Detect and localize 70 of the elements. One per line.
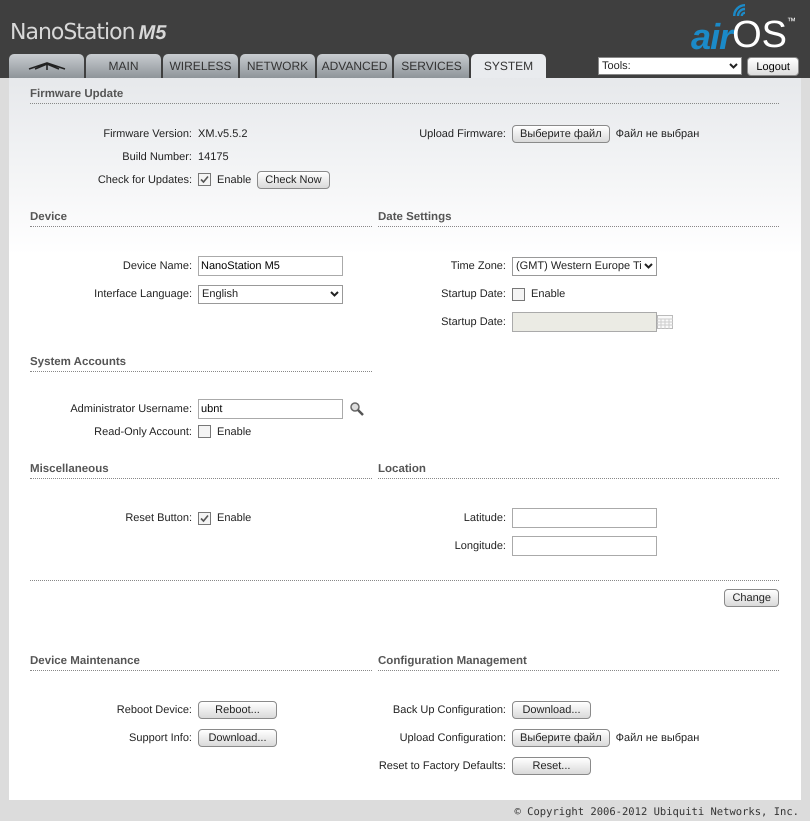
field-label: Reboot Device: bbox=[116, 704, 192, 716]
field-label: Device Name: bbox=[122, 260, 192, 272]
field-label: Reset Button: bbox=[124, 512, 192, 524]
field-label: Time Zone: bbox=[450, 260, 506, 272]
field-label: Latitude: bbox=[462, 512, 506, 524]
section-title: Date Settings bbox=[378, 211, 779, 227]
nav-tab[interactable]: ADVANCED bbox=[317, 54, 392, 78]
file-status: Файл не выбран bbox=[616, 732, 700, 744]
trademark: ™ bbox=[787, 16, 796, 26]
check-now-button[interactable]: Check Now bbox=[257, 170, 330, 188]
checkbox[interactable] bbox=[198, 173, 211, 186]
section-title: Location bbox=[378, 463, 779, 479]
field-value: 14175 bbox=[198, 150, 229, 162]
checkbox-label: Enable bbox=[217, 512, 252, 524]
antenna-icon bbox=[26, 61, 66, 71]
field-label: Read-Only Account: bbox=[93, 426, 192, 438]
choose-file-button[interactable]: Выберите файл bbox=[512, 124, 610, 142]
field-label: Upload Configuration: bbox=[398, 732, 506, 744]
nav-tab[interactable]: MAIN bbox=[86, 54, 161, 78]
field-label: Reset to Factory Defaults: bbox=[378, 760, 506, 772]
field-label: Upload Firmware: bbox=[418, 128, 506, 140]
field-label: Startup Date: bbox=[440, 288, 506, 300]
field-label: Startup Date: bbox=[440, 316, 506, 328]
field-label: Interface Language: bbox=[93, 288, 192, 300]
tools-dropdown[interactable]: Tools: bbox=[598, 57, 742, 75]
field-value: XM.v5.5.2 bbox=[198, 128, 248, 140]
choose-file-button[interactable]: Выберите файл bbox=[512, 729, 610, 747]
checkbox-label: Enable bbox=[217, 174, 252, 186]
field-label: Longitude: bbox=[454, 540, 506, 552]
file-status: Файл не выбран bbox=[616, 128, 700, 140]
dropdown[interactable]: English bbox=[198, 284, 343, 304]
product-name: NanoStation bbox=[10, 20, 135, 45]
nav-tab[interactable]: SERVICES bbox=[394, 54, 469, 78]
action-button[interactable]: Download... bbox=[512, 701, 591, 719]
input-field[interactable] bbox=[512, 508, 657, 528]
search-icon[interactable] bbox=[349, 400, 365, 416]
field-label: Check for Updates: bbox=[96, 174, 192, 186]
logout-button[interactable]: Logout bbox=[747, 57, 799, 76]
nav-tab[interactable]: SYSTEM bbox=[471, 54, 546, 78]
checkbox[interactable] bbox=[512, 288, 525, 300]
section-title: System Accounts bbox=[30, 356, 372, 372]
section-title: Firmware Update bbox=[30, 88, 779, 104]
logo-text: air bbox=[691, 16, 732, 58]
change-button[interactable]: Change bbox=[724, 589, 779, 607]
section-title: Device bbox=[30, 211, 372, 227]
section-title: Configuration Management bbox=[378, 655, 779, 671]
field-label: Support Info: bbox=[128, 732, 192, 744]
checkbox-label: Enable bbox=[531, 288, 566, 300]
action-button[interactable]: Reset... bbox=[512, 757, 591, 775]
wifi-icon bbox=[733, 4, 746, 17]
input-field[interactable]: ubnt bbox=[198, 398, 343, 418]
section-title: Device Maintenance bbox=[30, 655, 372, 671]
logo-tab[interactable] bbox=[9, 54, 84, 78]
dropdown[interactable]: (GMT) Western Europe Ti bbox=[512, 256, 657, 276]
input-field[interactable] bbox=[512, 536, 657, 556]
action-button[interactable]: Download... bbox=[198, 729, 277, 747]
field-label: Back Up Configuration: bbox=[392, 704, 506, 716]
field-label: Administrator Username: bbox=[69, 402, 192, 414]
checkbox[interactable] bbox=[198, 512, 211, 524]
checkbox[interactable] bbox=[198, 425, 211, 438]
section-title: Miscellaneous bbox=[30, 463, 372, 479]
checkbox-label: Enable bbox=[217, 426, 252, 438]
field-label: Build Number: bbox=[121, 150, 192, 162]
action-button[interactable]: Reboot... bbox=[198, 701, 277, 719]
nav-tab[interactable]: NETWORK bbox=[240, 54, 315, 78]
nav-tab[interactable]: WIRELESS bbox=[163, 54, 238, 78]
field-label: Firmware Version: bbox=[102, 128, 192, 140]
model-name: M5 bbox=[138, 22, 166, 45]
copyright: © Copyright 2006-2012 Ubiquiti Networks, Inc. bbox=[514, 805, 800, 818]
input-field[interactable]: NanoStation M5 bbox=[198, 256, 343, 276]
